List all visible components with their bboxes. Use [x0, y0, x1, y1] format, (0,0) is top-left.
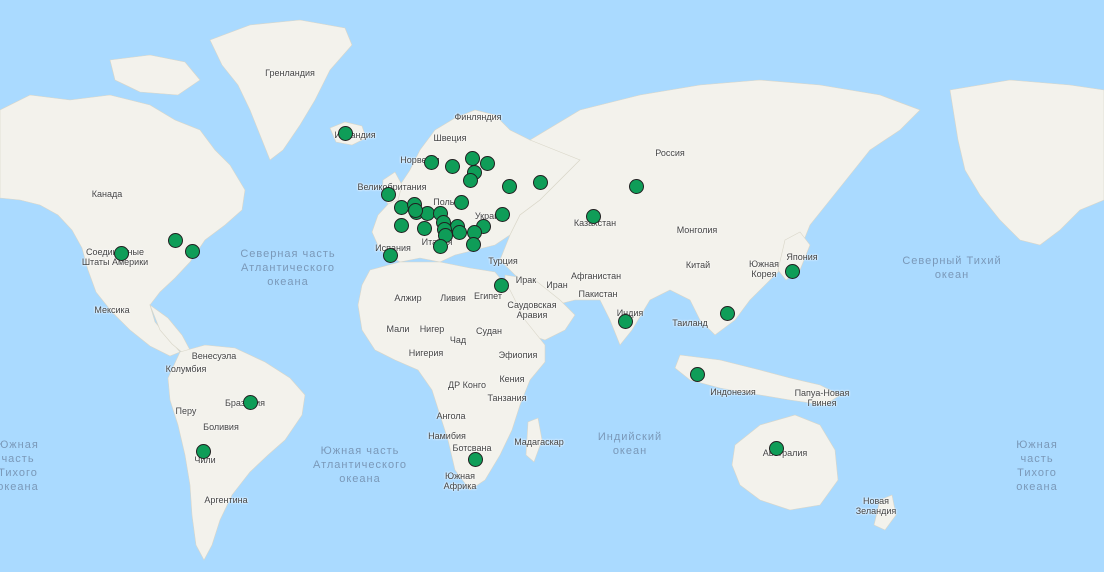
label-saudi-arabia: Саудовская Аравия [507, 300, 557, 320]
label-bolivia: Боливия [203, 422, 239, 432]
alaska-shape [949, 79, 1104, 246]
label-libya: Ливия [440, 293, 466, 303]
label-south-africa: Южная Африка [443, 471, 477, 491]
label-turkey: Турция [488, 256, 518, 266]
australia-shape [731, 414, 839, 511]
marker-iceland[interactable] [338, 126, 353, 141]
marker-ukraine[interactable] [495, 207, 510, 222]
marker-indonesia[interactable] [690, 367, 705, 382]
marker-canada-east[interactable] [168, 233, 183, 248]
marker-japan[interactable] [785, 264, 800, 279]
marker-belarus-south[interactable] [454, 195, 469, 210]
label-angola: Ангола [436, 411, 466, 421]
label-japan: Япония [786, 252, 818, 262]
label-afghanistan: Афганистан [570, 271, 622, 281]
label-south-pacific-left: Южная часть Тихого океана [0, 439, 39, 493]
marker-italy[interactable] [433, 239, 448, 254]
label-venezuela: Венесуэла [191, 351, 237, 361]
label-south-atlantic: Южная часть Атлантического океана [313, 445, 407, 485]
label-finland: Финляндия [454, 112, 502, 122]
label-mongolia: Монголия [676, 225, 718, 235]
label-new-zealand: Новая Зеландия [855, 496, 897, 516]
marker-norway[interactable] [424, 155, 439, 170]
label-north-atlantic: Северная часть Атлантического океана [240, 248, 336, 288]
label-indian: Индийский океан [597, 431, 663, 457]
marker-switzerland[interactable] [417, 221, 432, 236]
label-colombia: Колумбия [165, 364, 207, 374]
marker-vietnam[interactable] [720, 306, 735, 321]
marker-russia-siberia[interactable] [629, 179, 644, 194]
label-nigeria: Нигерия [408, 348, 444, 358]
marker-brazil[interactable] [243, 395, 258, 410]
label-greenland: Гренландия [265, 68, 315, 78]
label-namibia: Намибия [428, 431, 466, 441]
label-niger: Нигер [419, 324, 445, 334]
marker-spain[interactable] [383, 248, 398, 263]
arctic-islands-shape [109, 54, 201, 96]
label-china: Китай [685, 260, 711, 270]
label-iraq: Ирак [515, 275, 537, 285]
label-dr-congo: ДР Конго [448, 380, 486, 390]
label-madagascar: Мадагаскар [514, 437, 564, 447]
marker-australia[interactable] [769, 441, 784, 456]
marker-russia-volga[interactable] [533, 175, 548, 190]
marker-usa-east[interactable] [185, 244, 200, 259]
label-algeria: Алжир [394, 293, 422, 303]
marker-lithuania[interactable] [463, 173, 478, 188]
label-indonesia: Индонезия [710, 387, 756, 397]
north-america-shape [0, 94, 246, 357]
label-peru: Перу [175, 406, 197, 416]
label-tanzania: Танзания [487, 393, 527, 403]
label-mali: Мали [386, 324, 410, 334]
world-map[interactable]: Гренландия Исландия Финляндия Швеция Нор… [0, 0, 1104, 572]
marker-estonia[interactable] [480, 156, 495, 171]
marker-india[interactable] [618, 314, 633, 329]
label-ethiopia: Эфиопия [498, 350, 538, 360]
label-north-pacific: Северный Тихий океан [902, 255, 1002, 281]
label-chad: Чад [449, 335, 467, 345]
label-thailand: Таиланд [672, 318, 708, 328]
marker-serbia[interactable] [452, 225, 467, 240]
marker-uk[interactable] [381, 187, 396, 202]
marker-usa-central[interactable] [114, 246, 129, 261]
marker-israel[interactable] [494, 278, 509, 293]
label-papua: Папуа-Новая Гвинея [794, 388, 850, 408]
greenland-shape [209, 19, 353, 161]
label-canada: Канада [91, 189, 123, 199]
label-south-korea: Южная Корея [749, 259, 779, 279]
label-argentina: Аргентина [204, 495, 248, 505]
label-kenya: Кения [499, 374, 525, 384]
marker-kazakhstan[interactable] [586, 209, 601, 224]
south-america-shape [167, 344, 306, 561]
marker-france[interactable] [394, 218, 409, 233]
marker-russia-moscow[interactable] [502, 179, 517, 194]
marker-south-africa[interactable] [468, 452, 483, 467]
marker-chile[interactable] [196, 444, 211, 459]
label-iran: Иран [546, 280, 568, 290]
label-pakistan: Пакистан [578, 289, 618, 299]
label-south-pacific-right: Южная часть Тихого океана [1016, 439, 1058, 493]
marker-greece[interactable] [408, 203, 423, 218]
label-egypt: Египет [473, 291, 503, 301]
marker-sweden-west[interactable] [445, 159, 460, 174]
label-sudan: Судан [476, 326, 502, 336]
label-sweden: Швеция [433, 133, 467, 143]
marker-bulgaria[interactable] [466, 237, 481, 252]
marker-finland[interactable] [465, 151, 480, 166]
label-russia: Россия [655, 148, 685, 158]
label-mexico: Мексика [94, 305, 130, 315]
